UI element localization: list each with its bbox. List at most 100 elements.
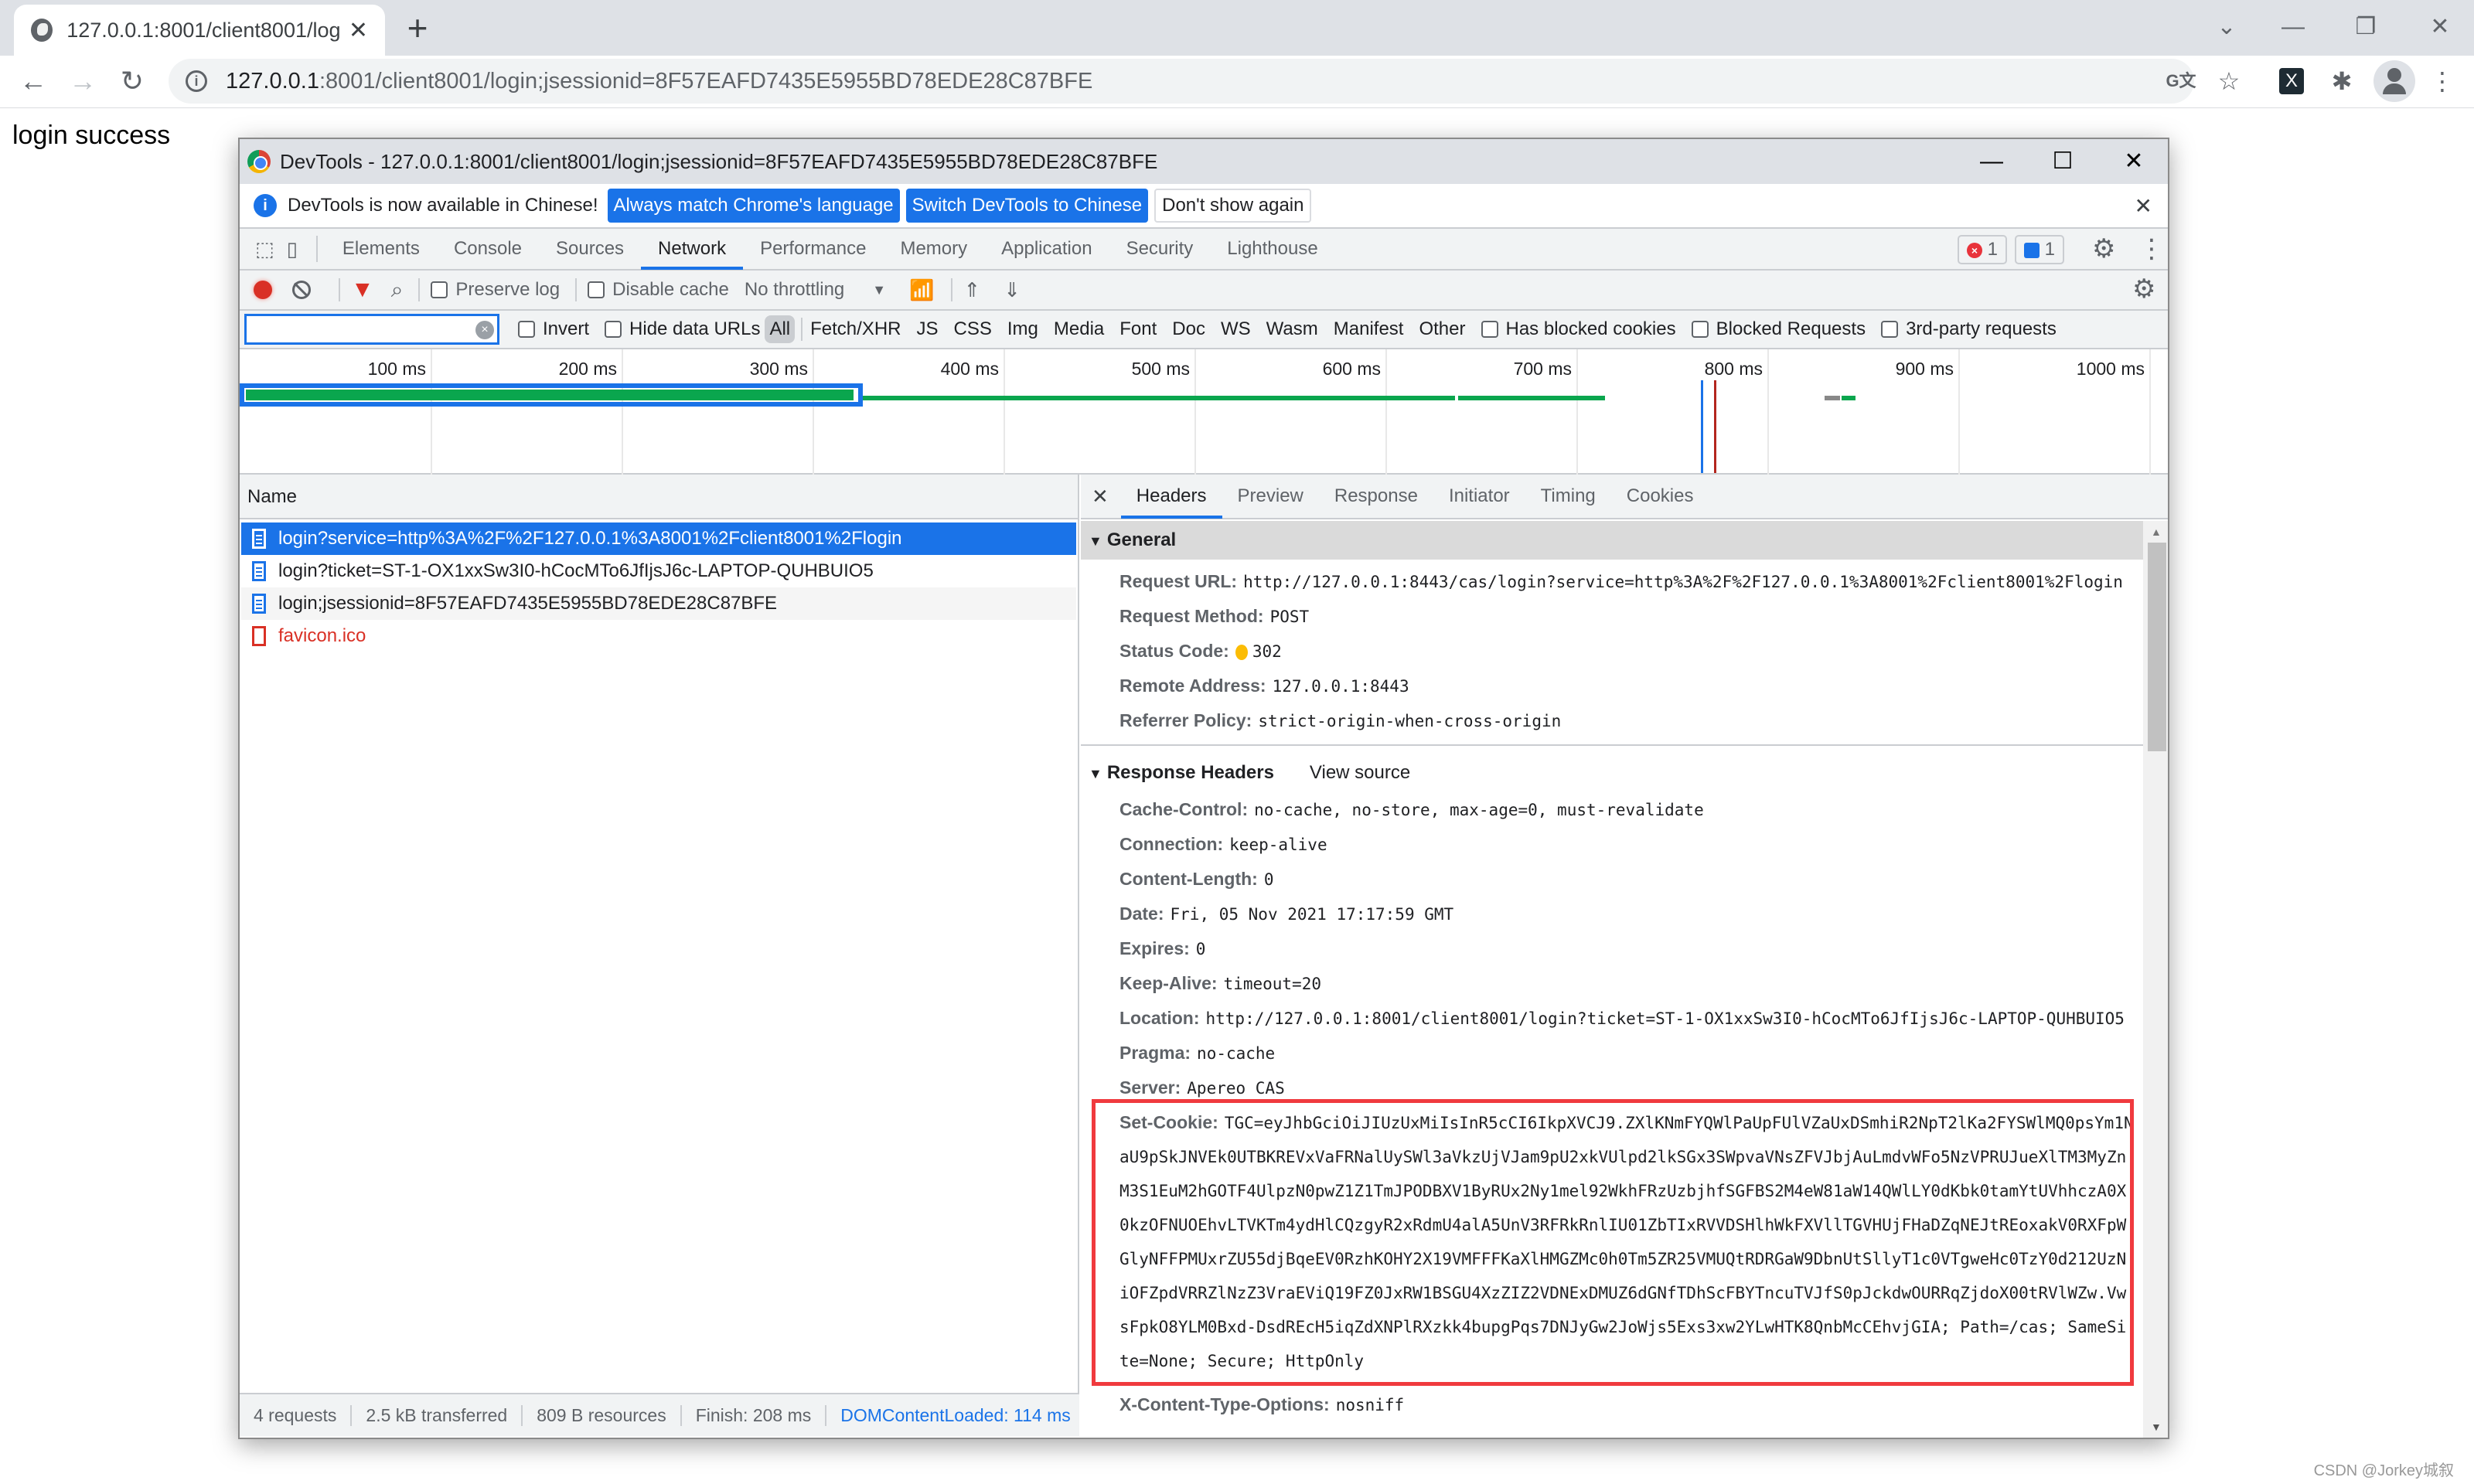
back-icon[interactable]: ← — [14, 62, 53, 100]
network-conditions-icon[interactable]: 📶 — [909, 278, 934, 302]
detail-tab-response[interactable]: Response — [1319, 474, 1433, 519]
browser-tab[interactable]: 127.0.0.1:8001/client8001/login;jsession… — [14, 5, 385, 56]
message-count-badge[interactable]: 1 — [2015, 235, 2065, 264]
tab-application[interactable]: Application — [984, 228, 1109, 270]
record-icon[interactable] — [254, 281, 272, 299]
request-row[interactable]: login?service=http%3A%2F%2F127.0.0.1%3A8… — [241, 522, 1076, 555]
tab-network[interactable]: Network — [641, 228, 744, 270]
preserve-log-checkbox[interactable] — [431, 281, 448, 298]
import-har-icon[interactable]: ⇑ — [963, 278, 980, 302]
type-filter-manifest[interactable]: Manifest — [1334, 318, 1404, 340]
network-settings-gear-icon[interactable]: ⚙ — [2132, 274, 2155, 305]
devtools-maximize-icon[interactable]: ☐ — [2040, 142, 2086, 181]
blocked-requests-checkbox[interactable] — [1691, 321, 1709, 338]
clear-icon[interactable] — [292, 281, 311, 299]
reload-icon[interactable]: ↻ — [113, 62, 152, 100]
request-row[interactable]: login;jsessionid=8F57EAFD7435E5955BD78ED… — [241, 587, 1076, 620]
dont-show-again-button[interactable]: Don't show again — [1154, 189, 1312, 223]
close-detail-icon[interactable]: ✕ — [1081, 485, 1121, 509]
tab-performance[interactable]: Performance — [743, 228, 883, 270]
type-filter-all[interactable]: All — [765, 315, 796, 343]
disable-cache-checkbox[interactable] — [588, 281, 605, 298]
tab-sources[interactable]: Sources — [539, 228, 641, 270]
tab-security[interactable]: Security — [1109, 228, 1211, 270]
devtools-minimize-icon[interactable]: — — [1968, 142, 2015, 181]
filter-icon[interactable]: ▼ — [351, 277, 374, 303]
extensions-puzzle-icon[interactable]: ✱ — [2322, 62, 2361, 100]
type-filter-other[interactable]: Other — [1419, 318, 1465, 340]
minimize-icon[interactable]: — — [2270, 8, 2316, 46]
language-infobar: i DevTools is now available in Chinese! … — [240, 184, 2168, 229]
more-options-icon[interactable]: ⋮ — [2138, 233, 2165, 264]
timeline-tick-label: 800 ms — [1704, 359, 1763, 379]
name-column-header[interactable]: Name — [240, 475, 1078, 519]
tab-memory[interactable]: Memory — [883, 228, 984, 270]
settings-gear-icon[interactable]: ⚙ — [2092, 233, 2115, 264]
extension-x-icon[interactable]: X — [2279, 68, 2304, 94]
header-key: Location: — [1119, 1008, 1200, 1028]
third-party-checkbox[interactable] — [1881, 321, 1899, 338]
invert-checkbox[interactable] — [518, 321, 535, 338]
clear-filter-icon[interactable]: × — [475, 321, 494, 339]
filter-input[interactable]: × — [244, 314, 499, 345]
type-filter-font[interactable]: Font — [1119, 318, 1157, 340]
scroll-down-icon[interactable]: ▼ — [2151, 1421, 2162, 1433]
type-filter-doc[interactable]: Doc — [1172, 318, 1205, 340]
tab-search-icon[interactable]: ⌄ — [2203, 8, 2250, 46]
type-filter-js[interactable]: JS — [917, 318, 939, 340]
general-section-header[interactable]: ▼ General — [1081, 521, 2143, 560]
network-overview-timeline[interactable]: 100 ms 200 ms 300 ms 400 ms 500 ms 600 ms 700 … — [240, 349, 2168, 475]
view-source-link[interactable]: View source — [1310, 762, 1410, 783]
inspect-element-icon[interactable]: ⬚ — [255, 237, 274, 261]
type-filter-css[interactable]: CSS — [954, 318, 992, 340]
request-row[interactable]: favicon.ico — [241, 620, 1076, 652]
headers-scrollbar[interactable]: ▲ ▼ — [2143, 521, 2168, 1438]
type-filter-wasm[interactable]: Wasm — [1266, 318, 1318, 340]
close-window-icon[interactable]: ✕ — [2417, 8, 2463, 46]
throttling-select[interactable]: No throttling — [745, 279, 844, 301]
always-match-language-button[interactable]: Always match Chrome's language — [607, 189, 900, 223]
response-headers-section-header[interactable]: ▼ Response Headers View source — [1081, 754, 2143, 792]
request-row[interactable]: login?ticket=ST-1-OX1xxSw3I0-hCocMTo6JfI… — [241, 555, 1076, 587]
hide-data-urls-checkbox[interactable] — [605, 321, 622, 338]
tab-elements[interactable]: Elements — [325, 228, 437, 270]
tab-console[interactable]: Console — [437, 228, 539, 270]
third-party-label: 3rd-party requests — [1906, 318, 2057, 339]
type-filter-ws[interactable]: WS — [1221, 318, 1251, 340]
infobar-close-icon[interactable]: ✕ — [2135, 193, 2152, 219]
detail-tab-timing[interactable]: Timing — [1525, 474, 1611, 519]
tab-lighthouse[interactable]: Lighthouse — [1210, 228, 1334, 270]
restore-icon[interactable]: ❐ — [2343, 8, 2389, 46]
throttling-dropdown-icon[interactable]: ▼ — [872, 282, 886, 298]
message-count: 1 — [2044, 239, 2056, 260]
type-filter-media[interactable]: Media — [1054, 318, 1104, 340]
forward-icon[interactable]: → — [63, 62, 102, 100]
has-blocked-cookies-checkbox[interactable] — [1481, 321, 1498, 338]
site-info-icon[interactable]: i — [186, 70, 207, 92]
bookmark-star-icon[interactable]: ☆ — [2210, 62, 2248, 100]
type-filter-fetch-xhr[interactable]: Fetch/XHR — [810, 318, 901, 340]
header-value: 0 — [1195, 940, 1206, 958]
detail-tab-headers[interactable]: Headers — [1120, 474, 1222, 519]
device-toolbar-icon[interactable]: ▯ — [287, 237, 298, 261]
error-count-badge[interactable]: × 1 — [1958, 235, 2008, 264]
search-icon[interactable]: ⌕ — [391, 277, 404, 303]
detail-tab-cookies[interactable]: Cookies — [1611, 474, 1709, 519]
tab-close-icon[interactable]: ✕ — [349, 17, 368, 44]
address-bar[interactable]: i 127.0.0.1:8001/client8001/login;jsessi… — [169, 59, 2194, 104]
detail-tab-initiator[interactable]: Initiator — [1433, 474, 1525, 519]
scrollbar-thumb[interactable] — [2148, 543, 2166, 751]
profile-avatar[interactable] — [2373, 60, 2415, 102]
switch-to-chinese-button[interactable]: Switch DevTools to Chinese — [905, 189, 1149, 223]
devtools-close-icon[interactable]: ✕ — [2111, 142, 2157, 181]
chrome-menu-icon[interactable]: ⋮ — [2423, 62, 2462, 100]
scroll-up-icon[interactable]: ▲ — [2151, 526, 2162, 538]
new-tab-button[interactable]: + — [402, 6, 433, 49]
export-har-icon[interactable]: ⇓ — [1004, 278, 1021, 302]
globe-icon — [31, 19, 53, 42]
timeline-bar — [246, 390, 854, 400]
type-filter-img[interactable]: Img — [1007, 318, 1038, 340]
detail-tab-preview[interactable]: Preview — [1222, 474, 1319, 519]
translate-icon[interactable]: G文 — [2162, 62, 2200, 100]
header-value: 127.0.0.1:8443 — [1272, 677, 1409, 696]
